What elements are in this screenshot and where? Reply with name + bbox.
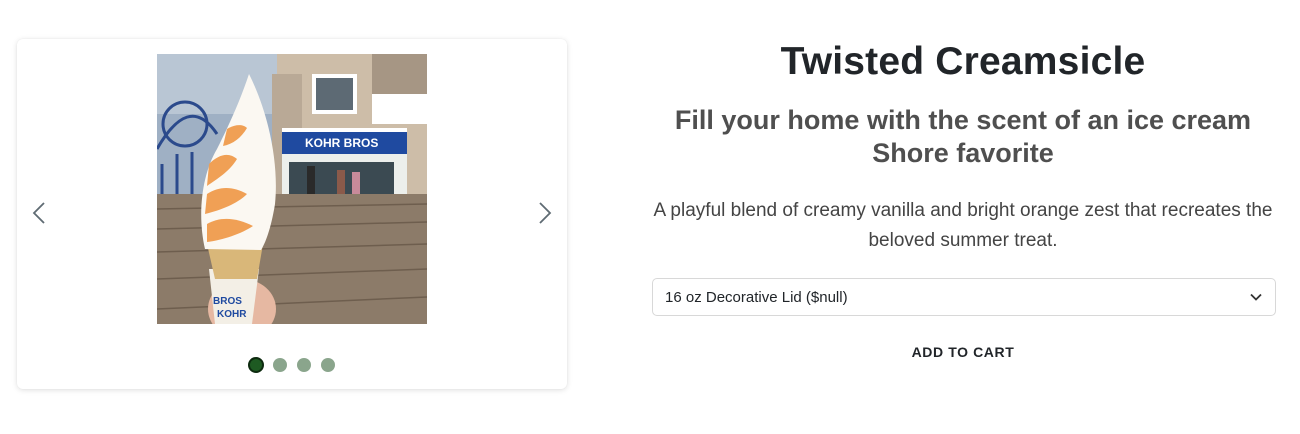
product-photo: KOHR BROS BROS KOHR [157,54,427,324]
carousel-indicator-1[interactable] [248,357,264,373]
carousel-indicator-3[interactable] [297,358,311,372]
variant-select-value: 16 oz Decorative Lid ($null) [665,288,848,306]
product-image-carousel: KOHR BROS BROS KOHR [17,39,567,389]
carousel-indicator-2[interactable] [273,358,287,372]
variant-select[interactable]: 16 oz Decorative Lid ($null) [652,278,1276,316]
add-to-cart-button[interactable]: ADD TO CART [890,340,1036,364]
product-subtitle: Fill your home with the scent of an ice … [674,105,1252,168]
carousel-indicators [17,356,567,374]
stand-sign-text: KOHR BROS [305,136,378,150]
product-title: Twisted Creamsicle [780,40,1146,83]
svg-text:KOHR: KOHR [217,309,247,320]
product-description: A playful blend of creamy vanilla and br… [653,200,1273,251]
carousel-indicator-4[interactable] [321,358,335,372]
chevron-down-icon [1250,293,1262,301]
product-photo-image: KOHR BROS BROS KOHR [157,54,427,324]
carousel-prev-button[interactable] [27,201,51,225]
chevron-right-icon [539,202,552,224]
svg-text:BROS: BROS [213,296,242,307]
carousel-next-button[interactable] [533,201,557,225]
chevron-left-icon [32,202,45,224]
